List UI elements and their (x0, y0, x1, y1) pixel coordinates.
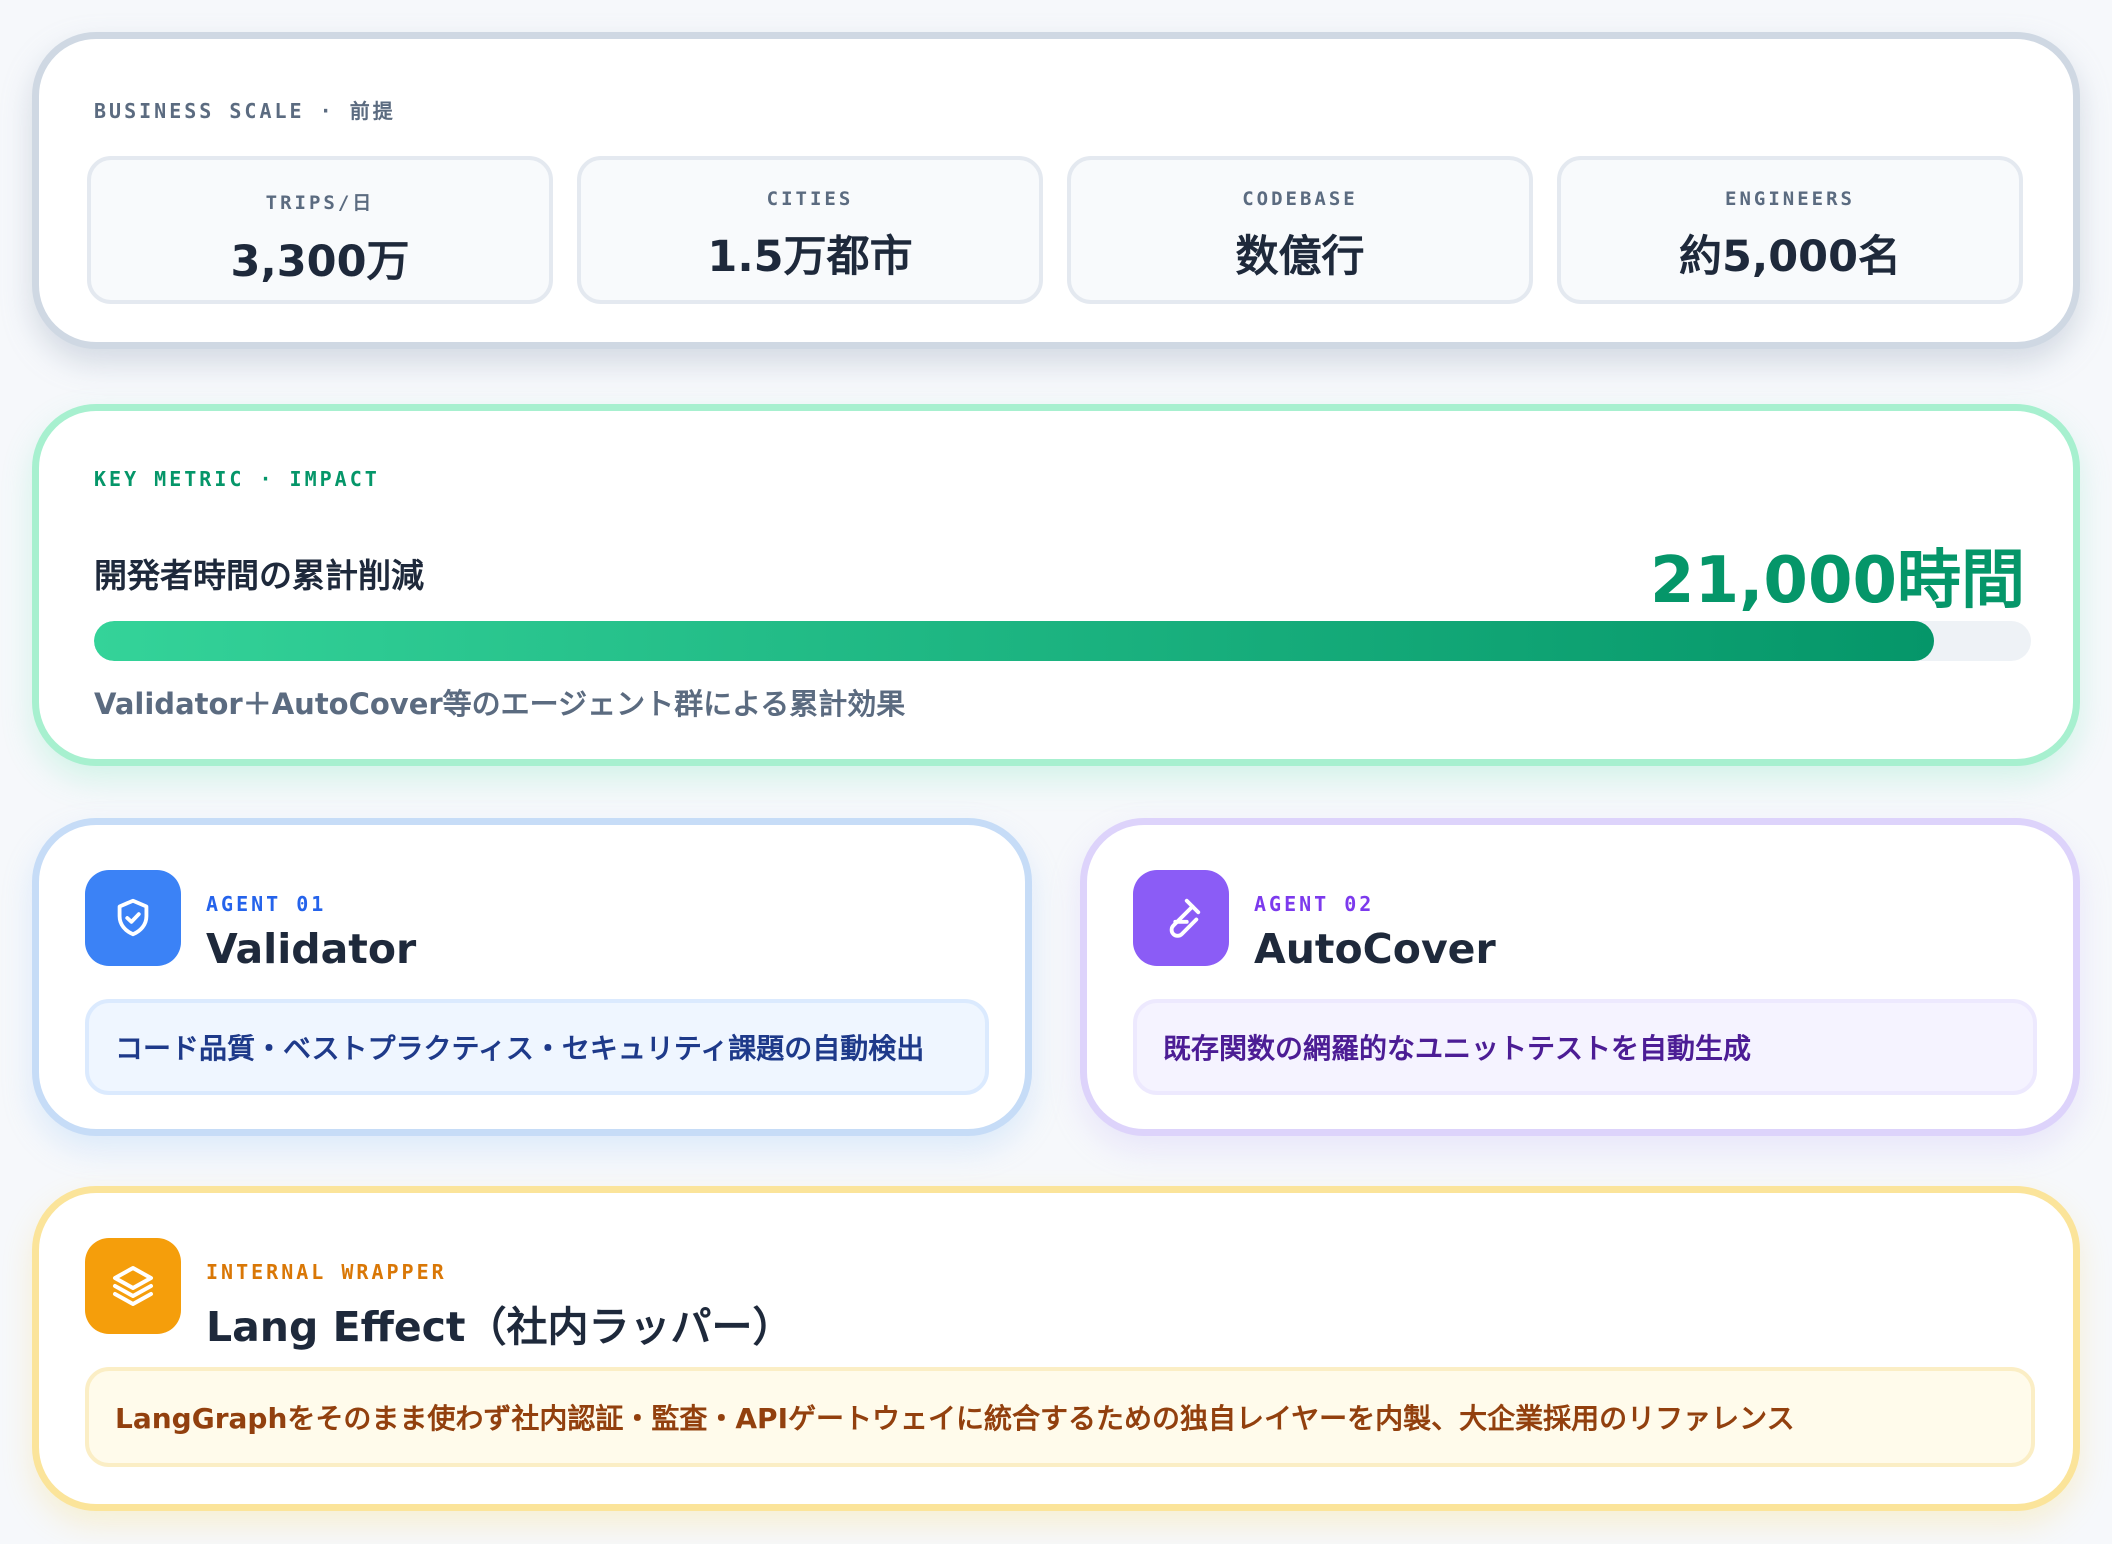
test-tube-icon (1133, 870, 1229, 966)
key-metric-label: KEY METRIC · IMPACT (94, 467, 380, 491)
stat-value: 約5,000名 (1678, 232, 1901, 282)
agent-name: Validator (206, 925, 417, 973)
business-scale-label: BUSINESS SCALE · 前提 (94, 99, 396, 123)
stat-codebase: CODEBASE 数億行 (1067, 156, 1533, 304)
agent-description: 既存関数の網羅的なユニットテストを自動生成 (1133, 999, 2037, 1095)
agent-card-validator: AGENT 01 Validator コード品質・ベストプラクティス・セキュリテ… (32, 818, 1032, 1136)
layers-icon (85, 1238, 181, 1334)
progress-track (94, 621, 2031, 661)
key-metric-title: 開発者時間の累計削減 (94, 556, 424, 595)
wrapper-description: LangGraphをそのまま使わず社内認証・監査・APIゲートウェイに統合するた… (85, 1367, 2035, 1467)
agent-tag: AGENT 01 (206, 892, 327, 916)
stat-key: ENGINEERS (1725, 188, 1855, 210)
wrapper-name: Lang Effect（社内ラッパー） (206, 1303, 794, 1351)
progress-fill (94, 621, 1935, 661)
stat-key: CODEBASE (1242, 188, 1358, 210)
business-scale-card: BUSINESS SCALE · 前提 TRIPS/日 3,300万 CITIE… (32, 32, 2080, 349)
stat-trips: TRIPS/日 3,300万 (87, 156, 553, 304)
stat-value: 1.5万都市 (707, 232, 913, 282)
stat-engineers: ENGINEERS 約5,000名 (1557, 156, 2023, 304)
agent-description: コード品質・ベストプラクティス・セキュリティ課題の自動検出 (85, 999, 989, 1095)
key-metric-card: KEY METRIC · IMPACT 開発者時間の累計削減 21,000時間 … (32, 404, 2080, 766)
internal-wrapper-card: INTERNAL WRAPPER Lang Effect（社内ラッパー） Lan… (32, 1186, 2080, 1511)
stat-value: 3,300万 (230, 237, 410, 287)
stat-value: 数億行 (1235, 232, 1365, 282)
shield-check-icon (85, 870, 181, 966)
agent-card-autocover: AGENT 02 AutoCover 既存関数の網羅的なユニットテストを自動生成 (1080, 818, 2080, 1136)
stat-cities: CITIES 1.5万都市 (577, 156, 1043, 304)
key-metric-value: 21,000時間 (1650, 544, 2025, 618)
wrapper-tag: INTERNAL WRAPPER (206, 1260, 447, 1284)
agent-tag: AGENT 02 (1254, 892, 1375, 916)
key-metric-description: Validator＋AutoCover等のエージェント群による累計効果 (94, 687, 906, 721)
stat-key: CITIES (766, 188, 854, 210)
agent-name: AutoCover (1254, 925, 1496, 973)
stat-key: TRIPS/日 (265, 192, 375, 214)
